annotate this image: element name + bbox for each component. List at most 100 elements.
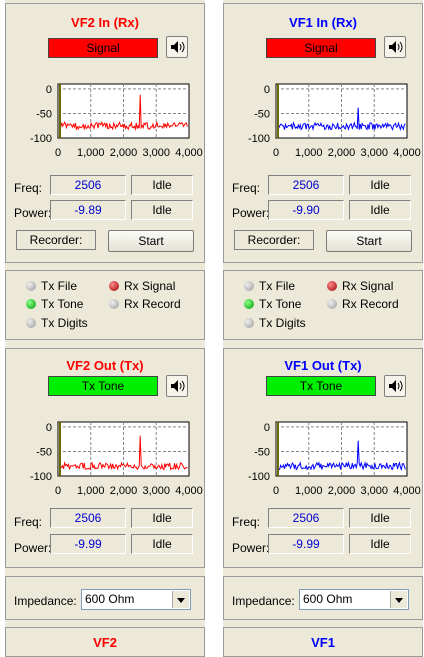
x-tick-label: 3,000 xyxy=(142,147,170,159)
vf1-start-button[interactable]: Start xyxy=(326,230,412,252)
vf1-rx-panel: VF1 In (Rx) Signal 0 -50 -100 0 1,000 2,000 3,… xyxy=(223,3,423,263)
vf2-impedance-label: Impedance: xyxy=(14,594,77,608)
y-tick-label: -100 xyxy=(30,133,52,145)
vf2-rx-title: VF2 In (Rx) xyxy=(71,15,139,30)
vf2-tx-freq-status: Idle xyxy=(131,508,193,528)
vf1-indicators-panel: Tx File Rx Signal Tx Tone Rx Record Tx D… xyxy=(223,270,423,340)
speaker-icon xyxy=(389,380,403,392)
vf2-tx-title: VF2 Out (Tx) xyxy=(66,358,144,373)
vf2-recorder-label: Recorder: xyxy=(16,230,96,250)
vf1-impedance-panel: Impedance: 600 Ohm xyxy=(223,576,423,620)
vf2-tx-spectrum-chart: 0 -50 -100 0 1,000 2,000 3,000 4,000 xyxy=(6,418,206,498)
vf2-rx-power-status: Idle xyxy=(131,200,193,220)
vf1-tx-signal-bar: Tx Tone xyxy=(266,376,376,396)
x-tick-label: 0 xyxy=(273,485,279,497)
led-icon xyxy=(26,281,36,291)
vf2-footer-panel: VF2 xyxy=(5,627,205,657)
vf2-tx-power-label: Power: xyxy=(14,541,52,555)
led-icon xyxy=(327,281,337,291)
vf1-impedance-select[interactable]: 600 Ohm xyxy=(299,589,409,610)
vf1-tx-speaker-button[interactable] xyxy=(384,375,406,397)
chevron-down-icon[interactable] xyxy=(172,591,189,608)
vf1-rx-speaker-button[interactable] xyxy=(384,36,406,58)
vf1-recorder-label: Recorder: xyxy=(234,230,314,250)
x-tick-label: 2,000 xyxy=(110,147,138,159)
y-tick-label: 0 xyxy=(264,84,270,96)
x-tick-label: 3,000 xyxy=(360,485,388,497)
led-icon xyxy=(244,299,254,309)
led-icon xyxy=(244,281,254,291)
vf1-tx-panel: VF1 Out (Tx) Tx Tone 0 -50 -100 0 1,000 2,000… xyxy=(223,348,423,568)
vf2-footer-title: VF2 xyxy=(93,635,117,650)
vf2-tx-freq-value: 2506 xyxy=(50,508,126,528)
y-tick-label: -100 xyxy=(30,471,52,483)
x-tick-label: 0 xyxy=(55,147,61,159)
vf2-tx-power-value: -9.99 xyxy=(50,534,126,554)
vf1-rx-title: VF1 In (Rx) xyxy=(289,15,357,30)
led-icon xyxy=(109,299,119,309)
vf1-rx-freq-value: 2506 xyxy=(268,175,344,195)
vf1-rx-power-status: Idle xyxy=(349,200,411,220)
vf2-rx-speaker-button[interactable] xyxy=(166,36,188,58)
vf2-column: VF2 In (Rx) Signal 0 -50 -100 0 1,000 2,000 3,… xyxy=(5,0,206,657)
vf1-rx-freq-label: Freq: xyxy=(232,181,261,195)
vf2-rx-panel: VF2 In (Rx) Signal 0 -50 -100 0 1,000 2,000 3,… xyxy=(5,3,205,263)
x-tick-label: 2,000 xyxy=(328,485,356,497)
x-tick-label: 4,000 xyxy=(175,485,203,497)
vf1-column: VF1 In (Rx) Signal 0 -50 -100 0 1,000 2,000 3,… xyxy=(223,0,423,657)
vf2-start-button[interactable]: Start xyxy=(108,230,194,252)
vf2-rx-power-value: -9.89 xyxy=(50,200,126,220)
x-tick-label: 1,000 xyxy=(295,147,323,159)
vf1-tx-spectrum-chart: 0 -50 -100 0 1,000 2,000 3,000 4,000 xyxy=(224,418,424,498)
vf2-tx-freq-label: Freq: xyxy=(14,515,43,529)
x-tick-label: 4,000 xyxy=(393,485,421,497)
x-tick-label: 3,000 xyxy=(142,485,170,497)
x-tick-label: 1,000 xyxy=(77,485,105,497)
x-tick-label: 1,000 xyxy=(295,485,323,497)
vf2-rx-power-label: Power: xyxy=(14,206,52,220)
x-tick-label: 2,000 xyxy=(110,485,138,497)
led-icon xyxy=(26,318,36,328)
vf1-tx-power-value: -9.99 xyxy=(268,534,344,554)
led-icon xyxy=(327,299,337,309)
x-tick-label: 3,000 xyxy=(360,147,388,159)
vf1-tx-power-label: Power: xyxy=(232,541,270,555)
x-tick-label: 2,000 xyxy=(328,147,356,159)
vf2-rx-spectrum-chart: 0 -50 -100 0 1,000 2,000 3,000 4,000 xyxy=(6,80,206,160)
chevron-down-icon[interactable] xyxy=(390,591,407,608)
vf1-tx-freq-value: 2506 xyxy=(268,508,344,528)
x-tick-label: 4,000 xyxy=(393,147,421,159)
vf2-indicators-panel: Tx File Rx Signal Tx Tone Rx Record Tx D… xyxy=(5,270,205,340)
y-tick-label: -50 xyxy=(36,446,52,458)
y-tick-label: -50 xyxy=(36,108,52,120)
x-tick-label: 0 xyxy=(55,485,61,497)
vf1-tx-title: VF1 Out (Tx) xyxy=(284,358,362,373)
vf1-footer-panel: VF1 xyxy=(223,627,423,657)
vf1-impedance-value: 600 Ohm xyxy=(303,592,353,606)
vf1-impedance-label: Impedance: xyxy=(232,594,295,608)
vf1-rx-spectrum-chart: 0 -50 -100 0 1,000 2,000 3,000 4,000 xyxy=(224,80,424,160)
vf2-impedance-select[interactable]: 600 Ohm xyxy=(81,589,191,610)
led-icon xyxy=(109,281,119,291)
vf1-footer-title: VF1 xyxy=(311,635,335,650)
y-tick-label: -100 xyxy=(248,471,270,483)
vf1-tx-freq-status: Idle xyxy=(349,508,411,528)
led-icon xyxy=(244,318,254,328)
x-tick-label: 4,000 xyxy=(175,147,203,159)
y-tick-label: 0 xyxy=(46,422,52,434)
vf2-rx-freq-label: Freq: xyxy=(14,181,43,195)
vf2-rx-freq-status: Idle xyxy=(131,175,193,195)
vf1-rx-power-value: -9.90 xyxy=(268,200,344,220)
y-tick-label: 0 xyxy=(264,422,270,434)
speaker-icon xyxy=(171,380,185,392)
vf1-tx-freq-label: Freq: xyxy=(232,515,261,529)
y-tick-label: 0 xyxy=(46,84,52,96)
vf1-rx-power-label: Power: xyxy=(232,206,270,220)
vf2-tx-speaker-button[interactable] xyxy=(166,375,188,397)
x-tick-label: 0 xyxy=(273,147,279,159)
y-tick-label: -100 xyxy=(248,133,270,145)
vf1-rx-signal-bar: Signal xyxy=(266,38,376,58)
y-tick-label: -50 xyxy=(254,446,270,458)
x-tick-label: 1,000 xyxy=(77,147,105,159)
speaker-icon xyxy=(171,41,185,53)
